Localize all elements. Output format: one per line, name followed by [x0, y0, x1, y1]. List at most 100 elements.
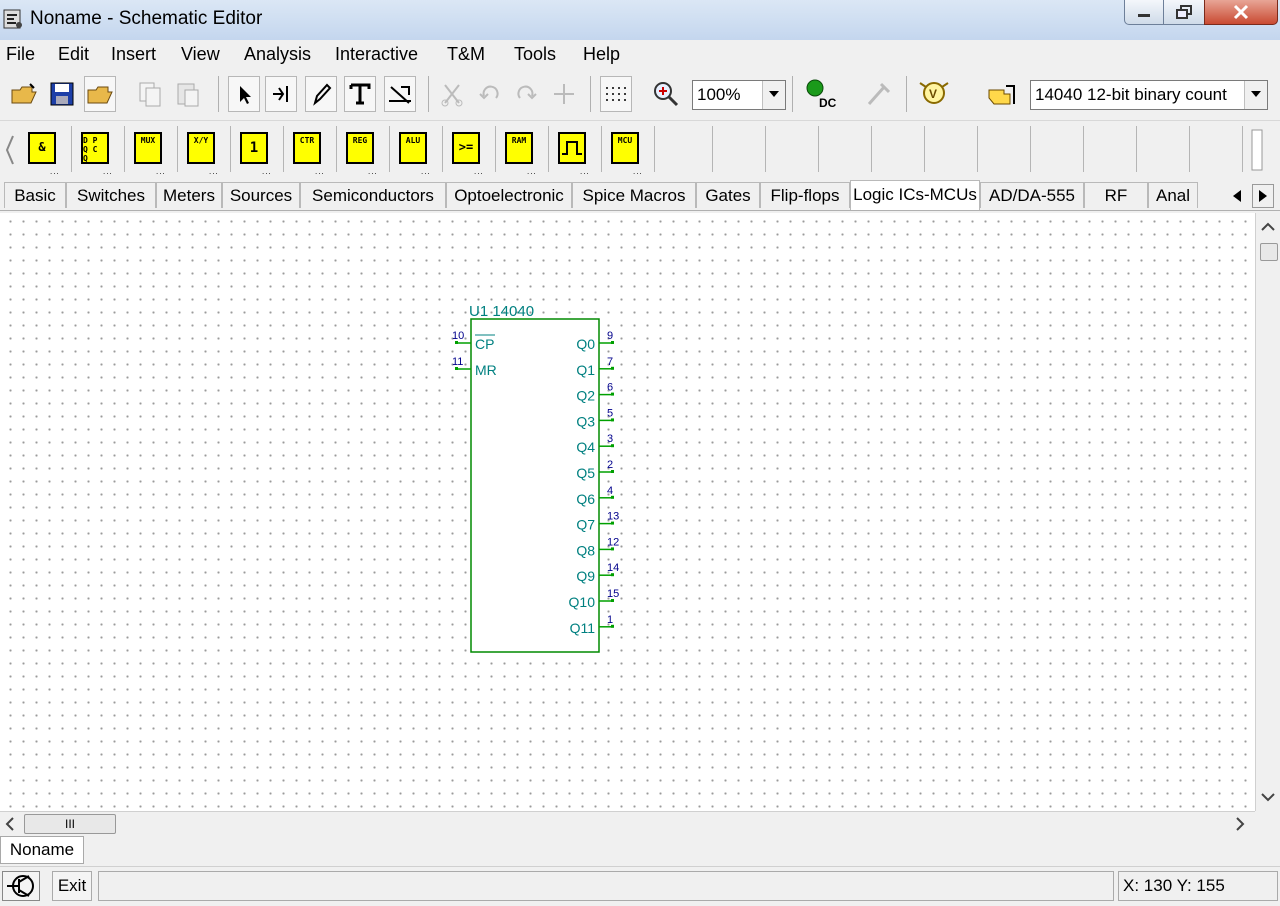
menu-insert[interactable]: Insert — [111, 44, 156, 65]
tab-meters[interactable]: Meters — [156, 182, 222, 208]
text-tool-button[interactable] — [344, 76, 376, 112]
tab-anal[interactable]: Anal — [1148, 182, 1198, 208]
zoom-button[interactable] — [650, 76, 682, 112]
component-button-7[interactable]: ALU... — [391, 126, 443, 176]
save-button[interactable] — [46, 76, 78, 112]
undo-button[interactable] — [474, 76, 506, 112]
zoom-select[interactable]: 100% — [692, 80, 786, 110]
dc-analysis-button[interactable]: DC — [802, 76, 838, 112]
component-button-11[interactable]: MCU... — [603, 126, 655, 176]
scroll-left-icon[interactable] — [0, 812, 20, 836]
tab-scroll-left[interactable] — [1226, 184, 1248, 208]
tab-rf[interactable]: RF — [1084, 182, 1148, 208]
tab-basic[interactable]: Basic — [4, 182, 66, 208]
close-icon — [1233, 4, 1249, 20]
component-button-3[interactable]: X/Y... — [179, 126, 231, 176]
menu-view[interactable]: View — [181, 44, 220, 65]
grid-toggle-button[interactable] — [600, 76, 632, 112]
restore-icon — [1176, 5, 1192, 19]
open-recent-button[interactable] — [84, 76, 116, 112]
component-button-0[interactable]: &... — [20, 126, 72, 176]
component-button-8[interactable]: >=... — [444, 126, 496, 176]
tab-spice-macros[interactable]: Spice Macros — [572, 182, 696, 208]
tab-flip-flops[interactable]: Flip-flops — [760, 182, 850, 208]
menu-help[interactable]: Help — [583, 44, 620, 65]
probe-pen-button[interactable] — [862, 76, 894, 112]
pencil-icon — [313, 83, 332, 106]
text-icon — [349, 83, 371, 105]
menu-analysis[interactable]: Analysis — [244, 44, 311, 65]
component-button-10[interactable]: ... — [550, 126, 602, 176]
open-button[interactable] — [8, 76, 40, 112]
vertical-scroll-thumb[interactable] — [1260, 243, 1278, 261]
scroll-right-icon[interactable] — [1230, 812, 1250, 836]
empty-component-slot — [1190, 126, 1243, 172]
empty-component-slot — [660, 126, 713, 172]
scroll-right-button[interactable] — [1250, 128, 1264, 172]
tab-semiconductors[interactable]: Semiconductors — [300, 182, 446, 208]
scissors-icon — [441, 84, 463, 107]
minimize-button[interactable] — [1124, 0, 1164, 25]
title-bar: Noname - Schematic Editor — [0, 0, 1280, 40]
more-options-icon: ... — [527, 167, 537, 176]
more-options-icon: ... — [103, 167, 113, 176]
component-button-9[interactable]: RAM... — [497, 126, 549, 176]
component-select[interactable]: 14040 12-bit binary count — [1030, 80, 1268, 110]
probe-tool-button[interactable] — [384, 76, 416, 112]
zoom-dropdown-button[interactable] — [762, 81, 785, 109]
scroll-down-icon[interactable] — [1256, 787, 1280, 807]
component-label: MCU — [617, 136, 633, 145]
delete-button[interactable] — [436, 76, 468, 112]
tab-sources[interactable]: Sources — [222, 182, 300, 208]
tab-scroll-right[interactable] — [1252, 184, 1274, 208]
pin-name: Q1 — [576, 362, 595, 378]
folder-icon — [87, 86, 113, 104]
more-options-icon: ... — [633, 167, 643, 176]
component-button-5[interactable]: CTR... — [285, 126, 337, 176]
vertical-scrollbar[interactable] — [1255, 213, 1280, 811]
app-icon[interactable] — [2, 7, 24, 31]
schematic-canvas[interactable]: U1 14040 10 CP 11 MR 9 Q0 7 Q1 6 Q2 5 Q3 3 Q4 2 Q5 4 Q6 13… — [0, 213, 1255, 811]
more-options-icon: ... — [474, 167, 484, 176]
pencil-tool-button[interactable] — [305, 76, 337, 112]
wire-tool-button[interactable] — [265, 76, 297, 112]
menu-tools[interactable]: Tools — [514, 44, 556, 65]
chevron-down-icon — [769, 91, 779, 97]
help-pointer-button[interactable] — [984, 76, 1020, 112]
tab-gates[interactable]: Gates — [696, 182, 760, 208]
component-button-1[interactable]: D P Q C Q... — [73, 126, 125, 176]
close-button[interactable] — [1204, 0, 1278, 25]
redo-button[interactable] — [510, 76, 542, 112]
component-button-6[interactable]: REG... — [338, 126, 390, 176]
maximize-button[interactable] — [1163, 0, 1205, 25]
menu-interactive[interactable]: Interactive — [335, 44, 418, 65]
component-button-4[interactable]: 1... — [232, 126, 284, 176]
component-button-2[interactable]: MUX... — [126, 126, 178, 176]
chip-icon: ALU — [399, 132, 427, 164]
scroll-up-icon[interactable] — [1256, 217, 1280, 237]
transistor-mode-button[interactable] — [2, 871, 40, 901]
menu-file[interactable]: File — [6, 44, 35, 65]
tab-optoelectronic[interactable]: Optoelectronic — [446, 182, 572, 208]
document-tab[interactable]: Noname — [0, 836, 84, 864]
tab-logic-ics-mcus[interactable]: Logic ICs-MCUs — [850, 180, 980, 210]
copy-button[interactable] — [134, 76, 166, 112]
component-label: & — [38, 140, 46, 154]
menu-tm[interactable]: T&M — [447, 44, 485, 65]
status-bar: Exit X: 130 Y: 155 — [0, 866, 1280, 906]
tab-switches[interactable]: Switches — [66, 182, 156, 208]
component-label: REG — [352, 136, 368, 145]
paste-button[interactable] — [172, 76, 204, 112]
select-tool-button[interactable] — [228, 76, 260, 112]
exit-button[interactable]: Exit — [52, 871, 92, 901]
voltmeter-button[interactable]: V — [914, 76, 954, 112]
crosshair-icon — [554, 84, 574, 104]
component-dropdown-button[interactable] — [1244, 81, 1267, 109]
junction-button[interactable] — [548, 76, 580, 112]
more-options-icon: ... — [209, 167, 219, 176]
horizontal-scroll-thumb[interactable]: III — [24, 814, 116, 834]
horizontal-scrollbar[interactable]: III — [0, 811, 1255, 836]
tab-ad-da-555[interactable]: AD/DA-555 — [980, 182, 1084, 208]
menu-edit[interactable]: Edit — [58, 44, 89, 65]
scroll-left-button[interactable] — [4, 132, 16, 168]
